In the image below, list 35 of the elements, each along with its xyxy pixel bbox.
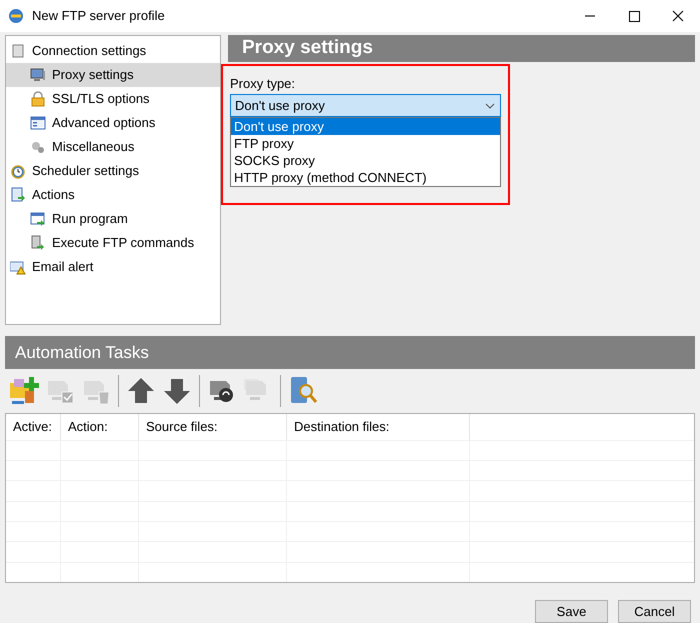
- dialog-button[interactable]: Save: [535, 600, 608, 623]
- tree-item[interactable]: Miscellaneous: [6, 135, 220, 159]
- dropdown-option[interactable]: Don't use proxy: [231, 118, 500, 135]
- column-header[interactable]: Source files:: [139, 414, 287, 440]
- alarm-clock-icon: [10, 163, 26, 179]
- column-header[interactable]: Action:: [61, 414, 139, 440]
- tree-item[interactable]: Execute FTP commands: [6, 231, 220, 255]
- column-header[interactable]: Active:: [6, 414, 61, 440]
- scroll-icon: [10, 187, 26, 203]
- window-title: New FTP server profile: [32, 7, 166, 26]
- tree-item[interactable]: Actions: [6, 183, 220, 207]
- padlock-icon: [30, 91, 46, 107]
- monitor-icon: [30, 67, 46, 83]
- add-task-icon[interactable]: [8, 375, 40, 407]
- dropdown-option[interactable]: SOCKS proxy: [231, 152, 500, 169]
- form-icon: [30, 115, 46, 131]
- dropdown-option[interactable]: HTTP proxy (method CONNECT): [231, 169, 500, 186]
- tree-item[interactable]: Scheduler settings: [6, 159, 220, 183]
- tree-item[interactable]: Email alert: [6, 255, 220, 279]
- envelope-warning-icon: [10, 259, 26, 275]
- dropdown-option[interactable]: FTP proxy: [231, 135, 500, 152]
- field-label: Proxy type:: [230, 76, 296, 92]
- tree-item[interactable]: SSL/TLS options: [6, 87, 220, 111]
- tree-item[interactable]: Run program: [6, 207, 220, 231]
- panel-header: Proxy settings: [228, 35, 695, 62]
- app-icon: [8, 8, 24, 24]
- tree-item[interactable]: Advanced options: [6, 111, 220, 135]
- tree-item[interactable]: Proxy settings: [6, 63, 220, 87]
- section-header: Automation Tasks: [5, 336, 695, 369]
- window-icon: [30, 211, 46, 227]
- dialog-button[interactable]: Cancel: [618, 600, 691, 623]
- document-stack-icon: [30, 235, 46, 251]
- column-header[interactable]: Destination files:: [287, 414, 470, 440]
- proxy-type-dropdown[interactable]: Don't use proxy: [230, 94, 501, 117]
- tree-item[interactable]: Connection settings: [6, 39, 220, 63]
